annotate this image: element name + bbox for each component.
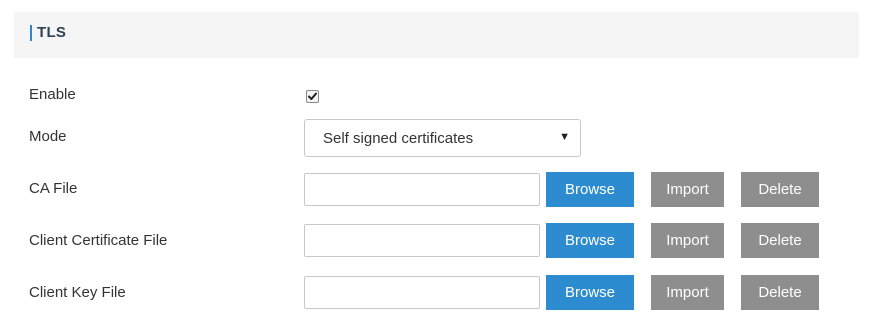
client-key-import-button[interactable]: Import bbox=[651, 275, 724, 310]
client-certificate-file-input[interactable] bbox=[304, 224, 540, 257]
section-accent-bar bbox=[30, 25, 32, 41]
ca-file-input[interactable] bbox=[304, 173, 540, 206]
client-key-file-input[interactable] bbox=[304, 276, 540, 309]
client-certificate-browse-button[interactable]: Browse bbox=[546, 223, 634, 258]
mode-label: Mode bbox=[29, 128, 67, 145]
section-title: TLS bbox=[37, 24, 67, 41]
client-key-file-label: Client Key File bbox=[29, 284, 126, 301]
mode-select[interactable]: Self signed certificates ▼ bbox=[304, 119, 581, 157]
dropdown-arrow-icon: ▼ bbox=[559, 131, 570, 143]
client-certificate-file-label: Client Certificate File bbox=[29, 232, 168, 249]
client-key-browse-button[interactable]: Browse bbox=[546, 275, 634, 310]
ca-file-browse-button[interactable]: Browse bbox=[546, 172, 634, 207]
ca-file-delete-button[interactable]: Delete bbox=[741, 172, 819, 207]
client-certificate-import-button[interactable]: Import bbox=[651, 223, 724, 258]
ca-file-import-button[interactable]: Import bbox=[651, 172, 724, 207]
ca-file-label: CA File bbox=[29, 180, 78, 197]
enable-label: Enable bbox=[29, 86, 76, 103]
enable-checkbox[interactable] bbox=[306, 90, 319, 103]
client-certificate-delete-button[interactable]: Delete bbox=[741, 223, 819, 258]
mode-select-value: Self signed certificates bbox=[323, 130, 474, 147]
check-icon bbox=[308, 92, 317, 100]
tls-section-header bbox=[14, 12, 859, 58]
client-key-delete-button[interactable]: Delete bbox=[741, 275, 819, 310]
